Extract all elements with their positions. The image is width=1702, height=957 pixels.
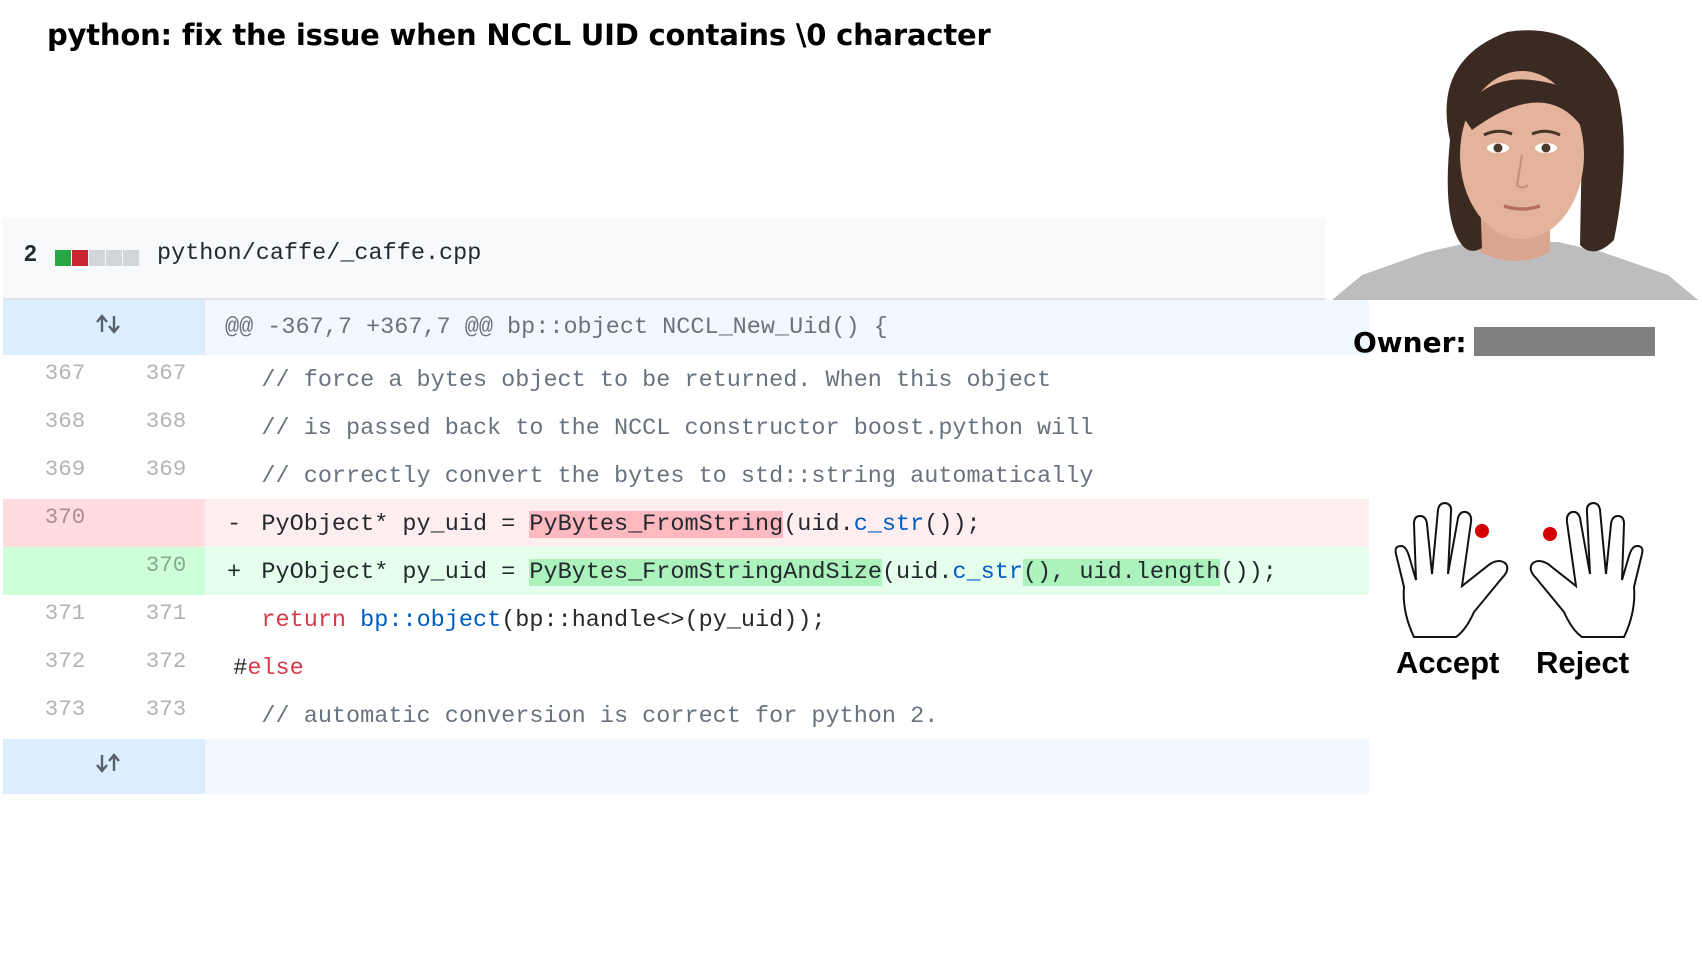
code-line: // is passed back to the NCCL constructo… <box>205 415 1094 442</box>
new-line-number[interactable]: 367 <box>116 355 216 403</box>
owner-photo <box>1332 20 1698 300</box>
old-line-number[interactable]: 371 <box>15 595 115 643</box>
old-line-number[interactable]: 367 <box>15 355 115 403</box>
hunk-header-text: @@ -367,7 +367,7 @@ bp::object NCCL_New_… <box>225 314 888 341</box>
right-hand-icon[interactable] <box>1522 502 1644 642</box>
old-line-number[interactable]: 373 <box>15 691 115 739</box>
hunk-header-row: @@ -367,7 +367,7 @@ bp::object NCCL_New_… <box>3 300 1369 355</box>
code-line: return bp::object(bp::handle<>(py_uid)); <box>261 607 826 634</box>
new-line-number[interactable]: 369 <box>116 451 216 499</box>
diff-line: 367 367 // force a bytes object to be re… <box>3 355 1369 403</box>
new-line-number[interactable]: 371 <box>116 595 216 643</box>
expand-up-cell[interactable] <box>3 300 205 355</box>
diff-line: 372 372 #else <box>3 643 1369 691</box>
diffstat <box>55 247 140 274</box>
file-path[interactable]: python/caffe/_caffe.cpp <box>157 240 481 267</box>
code-line: PyObject* py_uid = PyBytes_FromString(ui… <box>205 511 981 538</box>
code-line: // force a bytes object to be returned. … <box>205 367 1052 394</box>
code-line: // correctly convert the bytes to std::s… <box>205 463 1094 490</box>
accept-label[interactable]: Accept <box>1396 645 1499 681</box>
diff-line-deleted: 370 - PyObject* py_uid = PyBytes_FromStr… <box>3 499 1369 547</box>
new-line-number[interactable]: 370 <box>116 547 216 595</box>
code-line: PyObject* py_uid = PyBytes_FromStringAnd… <box>205 559 1277 586</box>
old-line-number[interactable]: 369 <box>15 451 115 499</box>
left-hand-icon[interactable] <box>1394 502 1516 642</box>
diff-line: 371 371 return bp::object(bp::handle<>(p… <box>3 595 1369 643</box>
old-line-number[interactable]: 372 <box>15 643 115 691</box>
new-line-number[interactable]: 373 <box>116 691 216 739</box>
code-line: // automatic conversion is correct for p… <box>205 703 939 730</box>
old-line-number[interactable]: 368 <box>15 403 115 451</box>
file-header: 2 python/caffe/_caffe.cpp <box>3 218 1325 300</box>
expand-up-icon[interactable] <box>93 312 123 336</box>
expand-down-cell[interactable] <box>3 739 205 794</box>
code-line: #else <box>233 655 304 682</box>
new-line-number[interactable]: 368 <box>116 403 216 451</box>
file-change-count: 2 <box>24 240 37 266</box>
owner-label: Owner: <box>1353 326 1467 359</box>
reject-label[interactable]: Reject <box>1536 645 1629 681</box>
new-line-number[interactable]: 372 <box>116 643 216 691</box>
owner-name-redacted <box>1474 327 1655 356</box>
old-line-number[interactable]: 370 <box>15 499 115 547</box>
diff-line-added: 370 + PyObject* py_uid = PyBytes_FromStr… <box>3 547 1369 595</box>
diff-line: 373 373 // automatic conversion is corre… <box>3 691 1369 739</box>
hunk-footer-row <box>3 739 1369 794</box>
diff-line: 369 369 // correctly convert the bytes t… <box>3 451 1369 499</box>
page-title: python: fix the issue when NCCL UID cont… <box>47 18 991 52</box>
diff-line: 368 368 // is passed back to the NCCL co… <box>3 403 1369 451</box>
expand-down-icon[interactable] <box>93 751 123 775</box>
